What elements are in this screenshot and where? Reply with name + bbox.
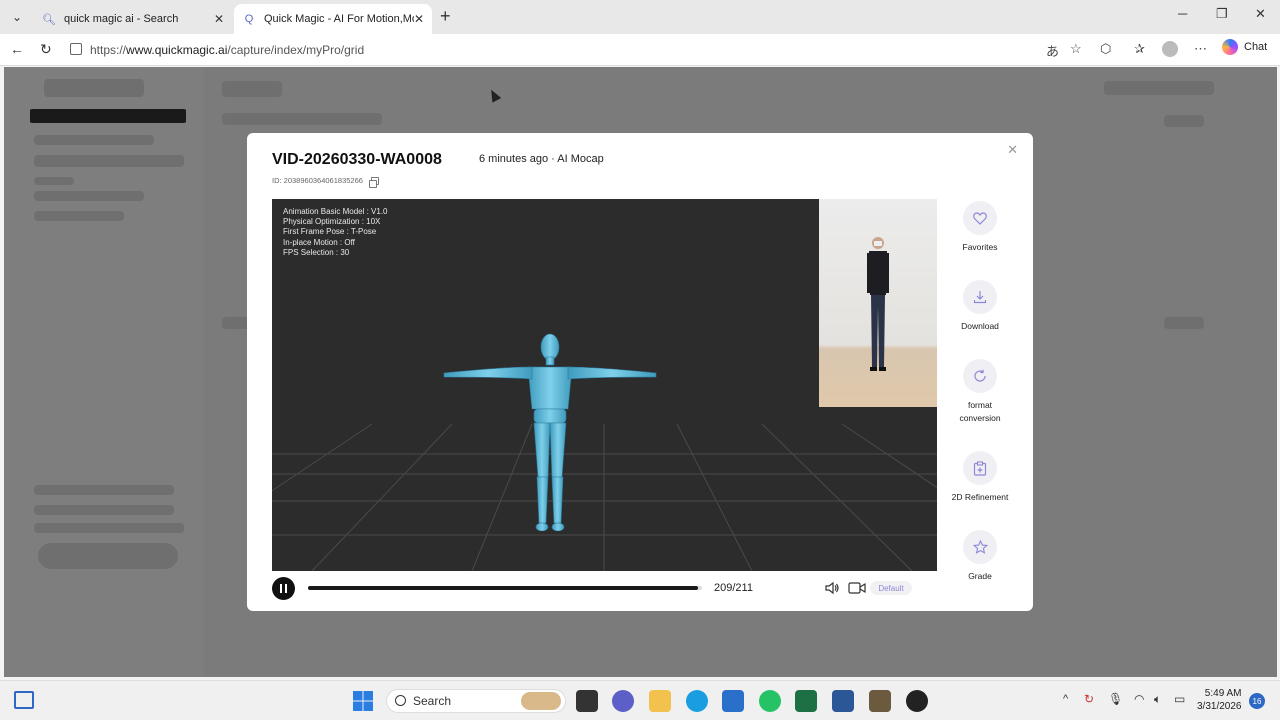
windows-taskbar: Search ^ ↻ 🎙︎ ◠ 🔈︎ ▭ 5:49 AM 3/31/2026 1… xyxy=(0,680,1280,720)
system-clock[interactable]: 5:49 AM 3/31/2026 xyxy=(1197,687,1242,713)
clock-time: 5:49 AM xyxy=(1204,688,1242,699)
taskbar-search-box[interactable]: Search xyxy=(386,689,566,713)
download-icon xyxy=(963,280,997,314)
sidebar xyxy=(4,67,204,677)
chrome-like-icon[interactable] xyxy=(906,690,928,712)
copilot-chat-button[interactable]: Chat xyxy=(1222,39,1267,55)
browser-nav-bar: ← ↻ https://www.quickmagic.ai/capture/in… xyxy=(0,34,1280,66)
tab-title: quick magic ai - Search xyxy=(64,13,179,25)
teams-icon[interactable] xyxy=(612,690,634,712)
copy-icon[interactable] xyxy=(368,176,379,188)
browser-tab-bar: ⌄ 🔍︎ quick magic ai - Search ✕ Q Quick M… xyxy=(0,0,1280,34)
download-button[interactable]: Download xyxy=(943,280,1017,333)
excel-icon[interactable] xyxy=(795,690,817,712)
translate-icon[interactable]: あ xyxy=(1046,41,1059,60)
format-conversion-button[interactable]: format conversion xyxy=(943,359,1017,425)
format-conversion-label: format conversion xyxy=(959,400,1001,423)
favorite-star-icon[interactable]: ☆ xyxy=(1070,41,1082,57)
quick-magic-favicon-icon: Q xyxy=(244,13,254,25)
project-id: ID: 2038960364061835266 xyxy=(272,176,379,188)
project-detail-modal: VID-20260330-WA0008 6 minutes ago · AI M… xyxy=(247,133,1033,611)
whatsapp-icon[interactable] xyxy=(759,690,781,712)
clipboard-plus-icon xyxy=(963,451,997,485)
file-explorer-icon[interactable] xyxy=(649,690,671,712)
2d-refinement-label: 2D Refinement xyxy=(951,492,1009,502)
new-tab-icon[interactable]: + xyxy=(440,6,451,27)
project-id-text: ID: 2038960364061835266 xyxy=(272,176,363,185)
tab-quick-magic-app[interactable]: Q Quick Magic - AI For Motion,Moti ✕ xyxy=(234,4,432,34)
widgets-icon[interactable] xyxy=(14,691,34,709)
search-icon xyxy=(395,695,406,706)
grade-button[interactable]: Grade xyxy=(943,530,1017,583)
close-tab-icon[interactable]: ✕ xyxy=(214,12,224,26)
show-hidden-icons-icon[interactable]: ^ xyxy=(1063,693,1068,705)
notification-badge[interactable]: 16 xyxy=(1249,693,1265,709)
close-tab-icon[interactable]: ✕ xyxy=(414,12,424,26)
favorites-button[interactable]: Favorites xyxy=(943,201,1017,254)
refresh-icon xyxy=(963,359,997,393)
word-icon[interactable] xyxy=(832,690,854,712)
info-line: FPS Selection : 30 xyxy=(283,247,350,257)
copilot-icon xyxy=(1222,39,1238,55)
favorites-label: Favorites xyxy=(962,242,998,252)
motion-viewer[interactable]: Animation Basic Model : V1.0 Physical Op… xyxy=(272,199,937,571)
minimize-icon[interactable]: ─ xyxy=(1178,6,1187,21)
tab-quick-magic-search[interactable]: 🔍︎ quick magic ai - Search ✕ xyxy=(34,4,232,34)
profile-avatar-icon[interactable] xyxy=(1162,41,1178,60)
info-line: Physical Optimization : 10X xyxy=(283,217,381,227)
tab-title: Quick Magic - AI For Motion,Moti xyxy=(264,13,414,25)
star-icon xyxy=(963,530,997,564)
info-line: Animation Basic Model : V1.0 xyxy=(283,207,388,216)
chat-label: Chat xyxy=(1244,41,1268,53)
sync-icon[interactable]: ↻ xyxy=(1084,692,1094,706)
search-highlight-icon xyxy=(521,692,561,710)
taskbar-search-label: Search xyxy=(413,694,452,708)
microphone-icon[interactable]: 🎙︎ xyxy=(1108,692,1123,706)
project-title: VID-20260330-WA0008 xyxy=(272,151,442,168)
close-window-icon[interactable]: ✕ xyxy=(1255,6,1266,22)
project-meta: 6 minutes ago · AI Mocap xyxy=(479,153,604,165)
camera-icon[interactable] xyxy=(848,581,866,595)
favorites-icon[interactable]: ✰ xyxy=(1134,41,1145,57)
windows-start-icon[interactable] xyxy=(352,690,374,712)
wifi-icon[interactable]: ◠ xyxy=(1134,692,1144,706)
volume-icon[interactable] xyxy=(824,580,840,596)
timeline-progress xyxy=(308,586,699,590)
url-path: /capture/index/myPro/grid xyxy=(227,43,365,57)
tab-actions-menu-icon[interactable]: ⌄ xyxy=(6,6,28,28)
3d-character-model xyxy=(443,333,657,532)
player-controls: 209/211 Default xyxy=(272,571,937,605)
task-view-icon[interactable] xyxy=(576,690,598,712)
more-menu-icon[interactable]: ⋯ xyxy=(1194,41,1207,57)
close-modal-icon[interactable]: ✕ xyxy=(1007,142,1018,158)
heart-icon xyxy=(963,201,997,235)
back-icon[interactable]: ← xyxy=(10,41,24,57)
extensions-icon[interactable]: ⬡ xyxy=(1100,41,1111,57)
reference-person-image xyxy=(867,237,889,371)
timeline-slider[interactable] xyxy=(308,586,702,590)
download-label: Download xyxy=(961,321,999,331)
speaker-icon[interactable]: 🔈︎ xyxy=(1154,692,1161,707)
url-prefix: https:// xyxy=(90,43,127,57)
grade-label: Grade xyxy=(968,571,992,581)
battery-icon[interactable]: ▭ xyxy=(1174,692,1185,706)
restore-icon[interactable]: ❐ xyxy=(1216,6,1228,22)
animation-settings-overlay: Animation Basic Model : V1.0 Physical Op… xyxy=(283,207,388,258)
info-line: In-place Motion : Off xyxy=(283,237,355,247)
info-line: First Frame Pose : T-Pose xyxy=(283,227,377,237)
2d-refinement-button[interactable]: 2D Refinement xyxy=(943,451,1017,504)
search-icon: 🔍︎ xyxy=(42,13,56,26)
store-icon[interactable] xyxy=(722,690,744,712)
frame-counter: 209/211 xyxy=(714,582,753,594)
reference-video-thumbnail[interactable] xyxy=(819,199,937,407)
camera-mode-select[interactable]: Default xyxy=(870,581,912,595)
site-info-icon[interactable] xyxy=(70,43,82,55)
app-icon[interactable] xyxy=(869,690,891,712)
pause-button[interactable] xyxy=(272,577,295,600)
clock-date: 3/31/2026 xyxy=(1197,701,1242,712)
reload-icon[interactable]: ↻ xyxy=(40,41,52,58)
url-host: www.quickmagic.ai xyxy=(126,43,228,57)
address-bar[interactable]: https://www.quickmagic.ai/capture/index/… xyxy=(64,38,1094,62)
edge-icon[interactable] xyxy=(686,690,708,712)
